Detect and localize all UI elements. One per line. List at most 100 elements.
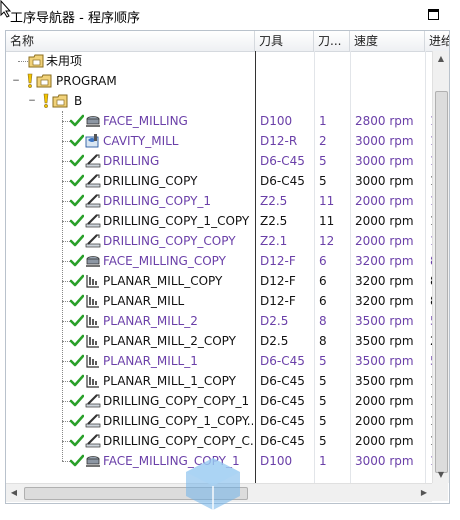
operation-tool-number: 1 [319, 454, 327, 468]
operation-row[interactable]: DRILLING_COPY_COPY_1D6-C4552000 rpm1 [6, 391, 438, 411]
column-header-speed[interactable]: 速度 [350, 31, 425, 51]
operation-tool: D6-C45 [260, 154, 305, 168]
operation-row[interactable]: DRILLING_COPY_COPYZ2.1122000 rpm1 [6, 231, 438, 251]
operation-name: PLANAR_MILL_1_COPY [103, 374, 236, 388]
drilling-icon [85, 174, 101, 188]
status-check-icon [70, 214, 84, 227]
operation-tool: D12-F [260, 294, 296, 308]
program-folder-icon [52, 94, 68, 108]
operation-tool: Z2.5 [260, 194, 288, 208]
operation-row[interactable]: DRILLINGD6-C4553000 rpm1 [6, 151, 438, 171]
operation-row[interactable]: DRILLING_COPY_1_COPY...D6-C4552000 rpm1 [6, 411, 438, 431]
operation-row[interactable]: CAVITY_MILLD12-R23000 rpm1 [6, 131, 438, 151]
status-check-icon [70, 354, 84, 367]
operation-row[interactable]: PLANAR_MILLD12-F63200 rpm8 [6, 291, 438, 311]
tree-line [62, 201, 70, 202]
status-check-icon [70, 414, 84, 427]
operation-row[interactable]: PLANAR_MILL_2_COPYD2.583500 rpm2 [6, 331, 438, 351]
status-check-icon [70, 114, 84, 127]
operation-row[interactable]: PLANAR_MILL_2D2.583500 rpm5 [6, 311, 438, 331]
operation-tool-number: 11 [319, 214, 335, 228]
operation-tool-number: 5 [319, 434, 327, 448]
operation-row[interactable]: DRILLING_COPY_1_COPYZ2.5112000 rpm1 [6, 211, 438, 231]
tree-row-group-b[interactable]: − B [6, 91, 432, 111]
tree-label-group-b: B [74, 94, 83, 108]
drilling-icon [85, 414, 101, 428]
operation-speed: 3200 rpm [355, 294, 414, 308]
operation-tool-number: 2 [319, 134, 327, 148]
scroll-right-arrow-icon[interactable]: ▶ [416, 485, 432, 501]
operation-speed: 3000 rpm [355, 174, 414, 188]
status-check-icon [70, 254, 84, 267]
status-check-icon [70, 454, 84, 467]
collapse-toggle-icon[interactable]: − [12, 77, 20, 86]
operation-name: DRILLING_COPY_COPY_1 [103, 394, 250, 408]
operation-tool: D6-C45 [260, 414, 305, 428]
scroll-down-arrow-icon[interactable]: ▼ [433, 467, 449, 483]
vertical-scroll-thumb[interactable] [435, 91, 448, 473]
operation-tool-number: 5 [319, 394, 327, 408]
drilling-icon [85, 434, 101, 448]
scroll-left-arrow-icon[interactable]: ◀ [6, 485, 22, 501]
column-header-feed[interactable]: 进给 [425, 31, 449, 51]
collapse-toggle-icon[interactable]: − [28, 97, 36, 106]
operation-row[interactable]: DRILLING_COPY_1Z2.5112000 rpm1 [6, 191, 438, 211]
tree-row-unused[interactable]: 未用项 [6, 51, 432, 71]
operation-name: PLANAR_MILL_2_COPY [103, 334, 236, 348]
tree-line [62, 161, 70, 162]
drilling-icon [85, 194, 101, 208]
operation-tool-number: 6 [319, 294, 327, 308]
operation-row[interactable]: PLANAR_MILL_1D6-C4553500 rpm5 [6, 351, 438, 371]
operation-name: DRILLING_COPY_1_COPY... [103, 414, 253, 428]
column-header-tool[interactable]: 刀具 [255, 31, 314, 51]
maximize-button[interactable] [428, 9, 439, 20]
status-check-icon [70, 174, 84, 187]
operation-speed: 3500 rpm [355, 354, 414, 368]
column-header-name[interactable]: 名称 [6, 31, 255, 51]
operation-row[interactable]: DRILLING_COPY_COPY_C...D6-C4552000 rpm1 [6, 431, 438, 451]
tree-row-program[interactable]: − PROGRAM [6, 71, 432, 91]
operation-tool-number: 5 [319, 174, 327, 188]
operation-row[interactable]: PLANAR_MILL_1_COPYD6-C4553500 rpm1 [6, 371, 438, 391]
operation-name: CAVITY_MILL [103, 134, 179, 148]
operation-tool: D12-F [260, 274, 296, 288]
operation-speed: 3200 rpm [355, 254, 414, 268]
tree-line [62, 361, 70, 362]
scroll-up-arrow-icon[interactable]: ▲ [433, 51, 449, 67]
operation-row[interactable]: FACE_MILLING_COPYD12-F63200 rpm8 [6, 251, 438, 271]
tree-line [62, 121, 70, 122]
face-milling-icon [86, 456, 100, 467]
operation-tool: D6-C45 [260, 354, 305, 368]
status-check-icon [70, 294, 84, 307]
drilling-icon [85, 214, 101, 228]
planar-mill-icon [86, 295, 99, 308]
operation-tool-number: 8 [319, 314, 327, 328]
tree-line [62, 181, 70, 182]
operation-row[interactable]: DRILLING_COPYD6-C4553000 rpm1 [6, 171, 438, 191]
tree-line [62, 461, 70, 462]
tree-line [62, 301, 70, 302]
status-check-icon [70, 394, 84, 407]
operation-speed: 3500 rpm [355, 314, 414, 328]
tree-line [62, 261, 70, 262]
operation-row[interactable]: FACE_MILLINGD10012800 rpm1 [6, 111, 438, 131]
tree-line [62, 281, 70, 282]
operation-speed: 3000 rpm [355, 154, 414, 168]
operation-tool-number: 5 [319, 374, 327, 388]
operation-tool: D6-C45 [260, 174, 305, 188]
operation-tool-number: 12 [319, 234, 335, 248]
operation-tool: D6-C45 [260, 434, 305, 448]
vertical-scrollbar[interactable]: ▲ ▼ [432, 51, 449, 483]
planar-mill-icon [86, 275, 99, 288]
face-milling-icon [86, 116, 100, 127]
column-header-tool-number[interactable]: 刀... [314, 31, 350, 51]
operation-row[interactable]: PLANAR_MILL_COPYD12-F63200 rpm8 [6, 271, 438, 291]
tree-line [62, 401, 70, 402]
operation-tool: D6-C45 [260, 394, 305, 408]
operation-speed: 2000 rpm [355, 414, 414, 428]
operation-tool-number: 6 [319, 254, 327, 268]
watermark-logo-icon [186, 458, 240, 510]
exclamation-icon [43, 93, 49, 108]
operation-tool-number: 1 [319, 114, 327, 128]
operation-speed: 2000 rpm [355, 194, 414, 208]
